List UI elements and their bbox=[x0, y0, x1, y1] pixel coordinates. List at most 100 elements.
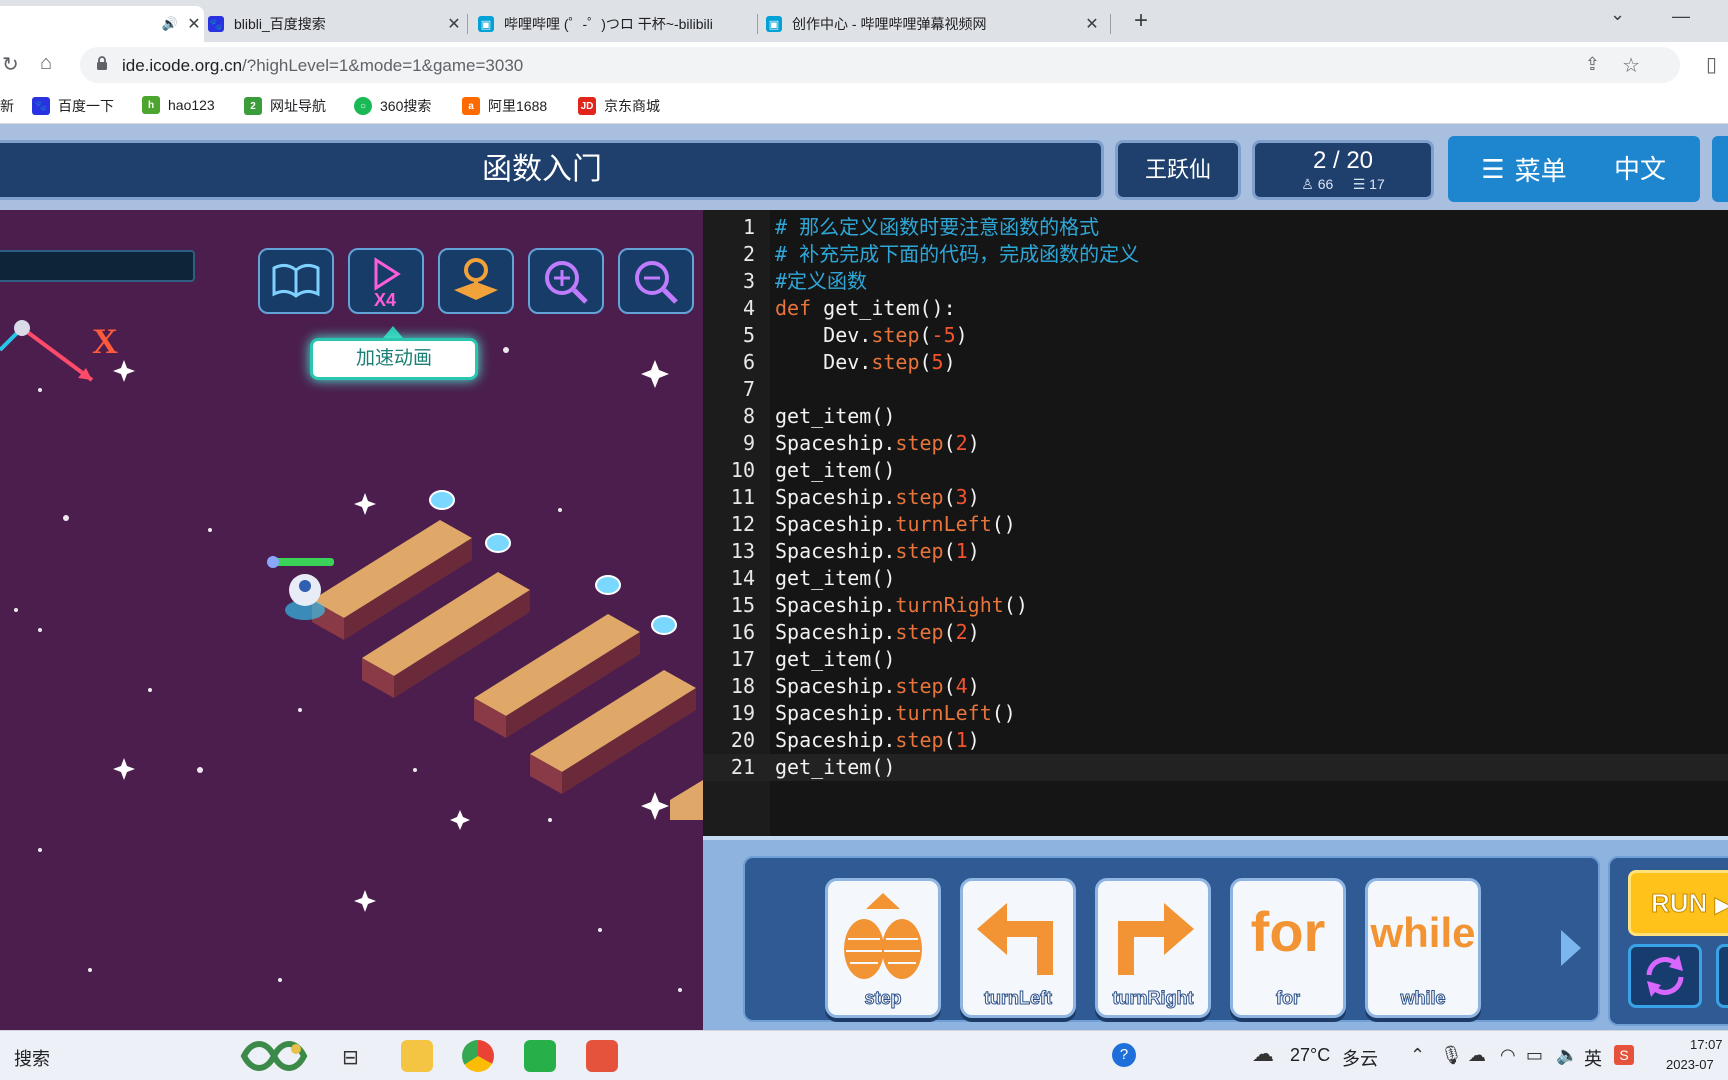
next-commands-arrow[interactable] bbox=[1561, 930, 1581, 966]
ime-indicator[interactable]: 英 bbox=[1584, 1045, 1602, 1071]
code-line[interactable]: 10 get_item() bbox=[703, 457, 1728, 484]
minimize-icon[interactable]: — bbox=[1672, 6, 1690, 27]
docs-book-button[interactable] bbox=[258, 248, 334, 314]
code-line[interactable]: 7 bbox=[703, 376, 1728, 403]
code-line[interactable]: 12 Spaceship.turnLeft() bbox=[703, 511, 1728, 538]
menu-button[interactable]: ☰ 菜单 bbox=[1448, 136, 1600, 202]
code-token: 2 bbox=[955, 431, 968, 455]
task-view-icon[interactable]: ⊟ bbox=[342, 1045, 359, 1070]
cloud-icon[interactable]: ☁ bbox=[1468, 1045, 1486, 1066]
clock-date[interactable]: 2023-07 bbox=[1666, 1057, 1714, 1072]
cmd-for[interactable]: for for bbox=[1230, 878, 1346, 1018]
side-panel-icon[interactable]: ▯ bbox=[1706, 52, 1717, 77]
code-line[interactable]: 6 Dev.step(5) bbox=[703, 349, 1728, 376]
code-line[interactable]: 4 def get_item(): bbox=[703, 295, 1728, 322]
share-icon[interactable]: ⇪ bbox=[1585, 54, 1600, 75]
tab-close-icon[interactable]: ✕ bbox=[184, 14, 204, 34]
line-number: 14 bbox=[730, 566, 755, 590]
code-line[interactable]: 3 #定义函数 bbox=[703, 268, 1728, 295]
tab-close-icon[interactable]: ✕ bbox=[1082, 14, 1102, 34]
speed-x4-button[interactable]: X4 bbox=[348, 248, 424, 314]
zoom-out-button[interactable] bbox=[618, 248, 694, 314]
tab-bilibili-creator[interactable]: ▣ 创作中心 - 哔哩哔哩弹幕视频网 ✕ bbox=[766, 6, 1102, 42]
bookmark-item[interactable]: ○ 360搜索 bbox=[354, 96, 431, 116]
app-red-icon[interactable] bbox=[586, 1040, 618, 1072]
level-progress[interactable]: 2 / 20 ♙ 66 ☰ 17 bbox=[1252, 140, 1434, 200]
bookmark-item[interactable]: 🐾 百度一下 bbox=[32, 96, 114, 116]
code-line[interactable]: 16 Spaceship.step(2) bbox=[703, 619, 1728, 646]
stop-button[interactable] bbox=[1716, 944, 1728, 1008]
new-tab-button[interactable]: + bbox=[1125, 6, 1157, 38]
bookmark-item[interactable]: h hao123 bbox=[142, 96, 215, 114]
bookmark-item[interactable]: JD 京东商城 bbox=[578, 96, 660, 116]
code-token: ( bbox=[943, 674, 956, 698]
audio-playing-icon[interactable]: 🔊 bbox=[162, 16, 178, 32]
tab-close-icon[interactable]: ✕ bbox=[444, 14, 464, 34]
wifi-icon[interactable]: ◠ bbox=[1500, 1045, 1516, 1066]
cmd-turnright[interactable]: turnRight bbox=[1095, 878, 1211, 1018]
code-line[interactable]: 17 get_item() bbox=[703, 646, 1728, 673]
code-text: get_item() bbox=[775, 754, 895, 781]
run-button[interactable]: RUN ▶ bbox=[1628, 870, 1728, 936]
code-line[interactable]: 18 Spaceship.step(4) bbox=[703, 673, 1728, 700]
code-token: get_item() bbox=[775, 755, 896, 779]
bookmark-item[interactable]: 新 bbox=[0, 96, 14, 116]
reset-button[interactable] bbox=[1628, 944, 1702, 1008]
code-line[interactable]: 11 Spaceship.step(3) bbox=[703, 484, 1728, 511]
search-highlight-icon[interactable] bbox=[236, 1037, 312, 1075]
bookmark-item[interactable]: 2 网址导航 bbox=[244, 96, 326, 116]
browser-tab-bar: 🔊 ✕ 🐾 blibli_百度搜索 ✕ ▣ 哔哩哔哩 (゜-゜)つロ 干杯~-b… bbox=[0, 0, 1728, 42]
code-line[interactable]: 2 # 补充完成下面的代码，完成函数的定义 bbox=[703, 241, 1728, 268]
line-number: 17 bbox=[730, 647, 755, 671]
cmd-turnleft[interactable]: turnLeft bbox=[960, 878, 1076, 1018]
code-line[interactable]: 13 Spaceship.step(1) bbox=[703, 538, 1728, 565]
code-token: () bbox=[991, 512, 1016, 536]
map-button[interactable] bbox=[438, 248, 514, 314]
extra-button[interactable] bbox=[1712, 136, 1728, 202]
language-button[interactable]: 中文 bbox=[1580, 136, 1700, 202]
user-name[interactable]: 王跃仙 bbox=[1115, 140, 1241, 200]
home-icon[interactable]: ⌂ bbox=[40, 52, 52, 75]
help-icon[interactable]: ? bbox=[1112, 1043, 1136, 1067]
game-scene[interactable]: X X4 加速动画 bbox=[0, 210, 703, 1030]
taskbar-search[interactable]: 搜索 bbox=[14, 1045, 50, 1071]
chrome-icon[interactable] bbox=[462, 1040, 494, 1072]
code-line[interactable]: 5 Dev.step(-5) bbox=[703, 322, 1728, 349]
code-editor[interactable]: 1 # 那么定义函数时要注意函数的格式 2 # 补充完成下面的代码，完成函数的定义 3 #… bbox=[703, 210, 1728, 836]
code-token: # 那么定义函数时要注意函数的格式 bbox=[775, 215, 1100, 239]
cloud-weather-icon[interactable]: ☁ bbox=[1252, 1041, 1274, 1067]
code-line[interactable]: 21 get_item() bbox=[703, 754, 1728, 781]
tab-baidu[interactable]: 🐾 blibli_百度搜索 ✕ bbox=[208, 6, 464, 42]
code-line[interactable]: 20 Spaceship.step(1) bbox=[703, 727, 1728, 754]
tray-expand-icon[interactable]: ⌃ bbox=[1410, 1045, 1425, 1066]
game-area: 函数入门 王跃仙 2 / 20 ♙ 66 ☰ 17 ☰ 菜单 中文 X X4 加… bbox=[0, 124, 1728, 1030]
code-line[interactable]: 15 Spaceship.turnRight() bbox=[703, 592, 1728, 619]
tab-active[interactable]: 🔊 ✕ bbox=[0, 6, 204, 42]
code-text: Spaceship.turnLeft() bbox=[775, 511, 1016, 538]
address-bar[interactable]: ide.icode.org.cn/?highLevel=1&mode=1&gam… bbox=[80, 47, 1680, 83]
code-token: 1 bbox=[955, 728, 968, 752]
microphone-icon[interactable]: 🎙 bbox=[1440, 1045, 1463, 1066]
clock-time[interactable]: 17:07 bbox=[1690, 1037, 1723, 1052]
reload-icon[interactable]: ↻ bbox=[2, 52, 19, 77]
bookmark-item[interactable]: a 阿里1688 bbox=[462, 96, 547, 116]
cmd-while[interactable]: while while bbox=[1365, 878, 1481, 1018]
tab-bilibili[interactable]: ▣ 哔哩哔哩 (゜-゜)つロ 干杯~-bilibili bbox=[478, 6, 748, 42]
file-explorer-icon[interactable] bbox=[401, 1040, 433, 1072]
cmd-step[interactable]: step bbox=[825, 878, 941, 1018]
pycharm-like-icon[interactable] bbox=[524, 1040, 556, 1072]
ime-app-icon[interactable]: S bbox=[1614, 1045, 1634, 1065]
bookmark-star-icon[interactable]: ☆ bbox=[1622, 53, 1640, 78]
code-line[interactable]: 1 # 那么定义函数时要注意函数的格式 bbox=[703, 214, 1728, 241]
code-line[interactable]: 19 Spaceship.turnLeft() bbox=[703, 700, 1728, 727]
zoom-in-button[interactable] bbox=[528, 248, 604, 314]
code-line[interactable]: 8 get_item() bbox=[703, 403, 1728, 430]
code-line[interactable]: 9 Spaceship.step(2) bbox=[703, 430, 1728, 457]
code-token: Spaceship. bbox=[775, 728, 896, 752]
code-line[interactable]: 14 get_item() bbox=[703, 565, 1728, 592]
line-number: 11 bbox=[730, 485, 755, 509]
volume-icon[interactable]: 🔈 bbox=[1556, 1045, 1578, 1066]
tab-search-chevron-icon[interactable]: ⌄ bbox=[1610, 4, 1625, 25]
battery-icon[interactable]: ▭ bbox=[1526, 1045, 1543, 1066]
speed-slider[interactable] bbox=[0, 250, 195, 282]
